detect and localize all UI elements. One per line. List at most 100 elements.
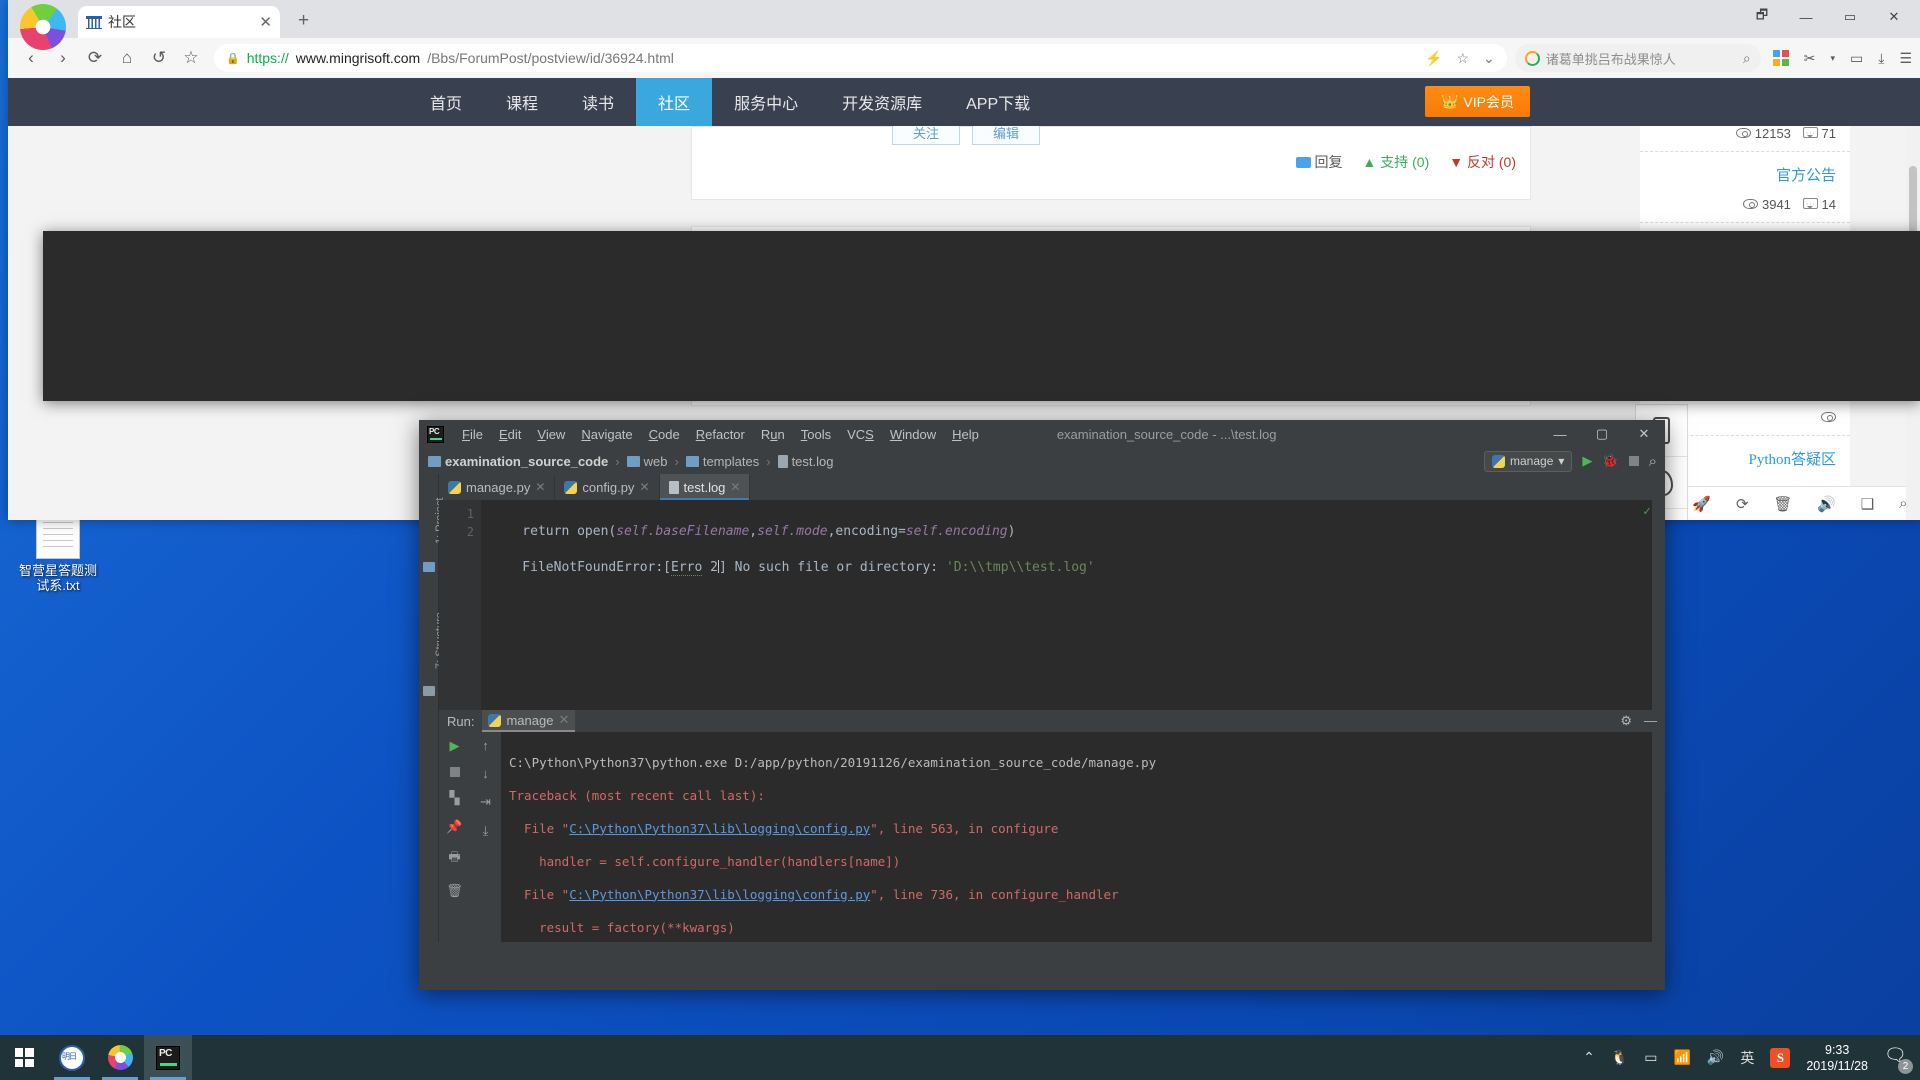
menu-file[interactable]: FFileile [454, 423, 491, 446]
reload-button[interactable]: ⟳ [80, 43, 110, 73]
scroll-to-end-icon[interactable]: ⤓ [483, 823, 489, 839]
taskbar-app-mingrisoft[interactable] [48, 1035, 96, 1080]
debug-button[interactable]: 🐞 [1602, 453, 1618, 469]
battery-tray-icon[interactable]: ▭ [1644, 1049, 1657, 1066]
layout-icon[interactable]: ▚ [450, 790, 460, 806]
window-icon[interactable]: ❑ [1861, 495, 1874, 513]
notification-center-button[interactable]: 🗨 2 [1884, 1045, 1913, 1074]
search-input[interactable]: 诸葛单挑吕布战果惊人 [1546, 49, 1737, 68]
pin-tab-icon[interactable]: 📌 [446, 819, 462, 835]
qq-tray-icon[interactable]: 🐧 [1611, 1049, 1628, 1066]
breadcrumb-project[interactable]: examination_source_code [445, 454, 608, 469]
support-button[interactable]: ▲ 支持 (0) [1363, 152, 1430, 172]
star-icon[interactable]: ☆ [1456, 50, 1469, 67]
restore-icon[interactable]: 🗗 [1740, 2, 1784, 32]
rail-title-announcements[interactable]: 官方公告 [1654, 164, 1836, 185]
menu-run[interactable]: Run [753, 423, 793, 446]
minimize-icon[interactable]: — [1784, 2, 1828, 32]
search-icon[interactable]: ⌕ [1743, 50, 1751, 67]
pycharm-minimize-icon[interactable]: — [1539, 420, 1581, 448]
volume-tray-icon[interactable]: 🔊 [1707, 1049, 1724, 1066]
down-arrow-icon[interactable]: ↓ [482, 766, 489, 781]
search-box[interactable]: 诸葛单挑吕布战果惊人 ⌕ [1514, 44, 1761, 72]
start-button[interactable] [0, 1035, 48, 1080]
address-bar[interactable]: 🔒 https:// www.mingrisoft.com /Bbs/Forum… [214, 44, 1507, 72]
editor-code-content[interactable]: return open(self.baseFilename,self.mode,… [481, 500, 1665, 710]
lightning-icon[interactable]: ⚡ [1425, 50, 1442, 67]
follow-button[interactable]: 关注 [892, 126, 960, 145]
code-editor[interactable]: 1 2 return open(self.baseFilename,self.m… [439, 500, 1665, 710]
vip-member-button[interactable]: 👑 VIP会员 [1424, 86, 1530, 117]
clear-all-icon[interactable]: 🗑 [446, 883, 463, 899]
close-icon[interactable]: ✕ [1872, 2, 1916, 32]
battery-icon[interactable]: ▭ [1850, 50, 1863, 67]
soft-wrap-icon[interactable]: ⇥ [480, 794, 491, 810]
ime-language-icon[interactable]: 英 [1740, 1048, 1754, 1068]
oppose-button[interactable]: ▼ 反对 (0) [1449, 152, 1516, 172]
scissors-icon[interactable]: ✂ [1804, 50, 1816, 67]
run-console-output[interactable]: C:\Python\Python37\python.exe D:/app/pyt… [501, 732, 1665, 942]
run-panel-tab[interactable]: manage ✕ [482, 710, 576, 732]
editor-tab-test-log[interactable]: test.log ✕ [659, 474, 751, 500]
print-icon[interactable]: 🖶 [448, 848, 460, 870]
sitenav-item-reading[interactable]: 读书 [560, 78, 636, 126]
editor-scrollbar[interactable] [1652, 500, 1665, 710]
editor-tab-manage-py[interactable]: manage.py ✕ [439, 474, 556, 500]
run-button[interactable]: ▶ [1582, 453, 1592, 469]
download-icon[interactable]: ⤓ [1878, 50, 1884, 67]
breadcrumb-web[interactable]: web [644, 454, 668, 469]
console-file-link[interactable]: C:\Python\Python37\lib\logging\config.py [569, 887, 870, 902]
editor-tab-close-2[interactable]: ✕ [639, 480, 649, 494]
tab-close-icon[interactable]: ✕ [259, 13, 272, 31]
menu-window[interactable]: Window [882, 423, 944, 446]
speaker-icon[interactable]: 🔊 [1817, 495, 1836, 513]
menu-view[interactable]: View [529, 423, 573, 446]
console-file-link[interactable]: C:\Python\Python37\lib\logging\config.py [569, 821, 870, 836]
browser-tab[interactable]: 社区 ✕ [78, 6, 280, 38]
editor-tab-config-py[interactable]: config.py ✕ [555, 474, 660, 500]
rerun-icon[interactable]: ▶ [450, 738, 460, 754]
trash-icon[interactable]: 🗑 [1773, 495, 1792, 513]
sitenav-item-home[interactable]: 首页 [408, 78, 484, 126]
undo-button[interactable]: ↺ [144, 43, 174, 73]
breadcrumb-templates[interactable]: templates [703, 454, 759, 469]
taskbar-clock[interactable]: 9:33 2019/11/28 [1806, 1042, 1868, 1074]
gear-icon[interactable]: ⚙ [1620, 713, 1632, 729]
sitenav-item-dev-resources[interactable]: 开发资源库 [820, 78, 944, 126]
run-tab-close-icon[interactable]: ✕ [558, 712, 569, 728]
console-scrollbar[interactable] [1652, 732, 1665, 942]
breadcrumb-file[interactable]: test.log [792, 454, 834, 469]
menu-code[interactable]: Code [641, 423, 688, 446]
menu-help[interactable]: Help [944, 423, 987, 446]
search-everywhere-icon[interactable]: ⌕ [1649, 453, 1657, 470]
tray-chevron-up-icon[interactable]: ⌃ [1583, 1049, 1595, 1066]
menu-navigate[interactable]: Navigate [573, 423, 640, 446]
taskbar-app-chrome[interactable] [96, 1035, 144, 1080]
dropdown-icon[interactable]: ▾ [1830, 53, 1835, 64]
hide-panel-icon[interactable]: — [1644, 713, 1657, 729]
stop-button[interactable] [1628, 456, 1639, 466]
menu-edit[interactable]: Edit [491, 423, 529, 446]
menu-refactor[interactable]: Refactor [688, 423, 753, 446]
stop-process-icon[interactable] [449, 767, 460, 777]
refresh-icon[interactable]: ⟳ [1736, 495, 1749, 513]
maximize-icon[interactable]: ▭ [1828, 2, 1872, 32]
browser-menu-icon[interactable]: ☰ [1899, 50, 1912, 67]
sitenav-item-courses[interactable]: 课程 [484, 78, 560, 126]
editor-tab-close-1[interactable]: ✕ [535, 480, 545, 494]
menu-tools[interactable]: Tools [793, 423, 839, 446]
sitenav-item-community[interactable]: 社区 [636, 78, 713, 126]
sogou-input-icon[interactable]: S [1770, 1047, 1791, 1068]
reply-button[interactable]: 回复 [1295, 152, 1343, 172]
new-tab-button[interactable]: + [298, 10, 309, 32]
sitenav-item-service-center[interactable]: 服务中心 [712, 78, 820, 126]
editor-tab-close-3[interactable]: ✕ [730, 480, 740, 494]
wifi-tray-icon[interactable]: 📶 [1673, 1049, 1690, 1066]
home-button[interactable]: ⌂ [112, 43, 142, 73]
menu-vcs[interactable]: VCS [839, 423, 882, 446]
taskbar-app-pycharm[interactable] [144, 1035, 192, 1080]
rocket-icon[interactable]: 🚀 [1692, 495, 1711, 513]
edit-button[interactable]: 编辑 [972, 126, 1040, 145]
run-configuration-selector[interactable]: manage ▾ [1484, 450, 1573, 472]
inspection-status-icon[interactable]: ✓ [1643, 504, 1651, 519]
